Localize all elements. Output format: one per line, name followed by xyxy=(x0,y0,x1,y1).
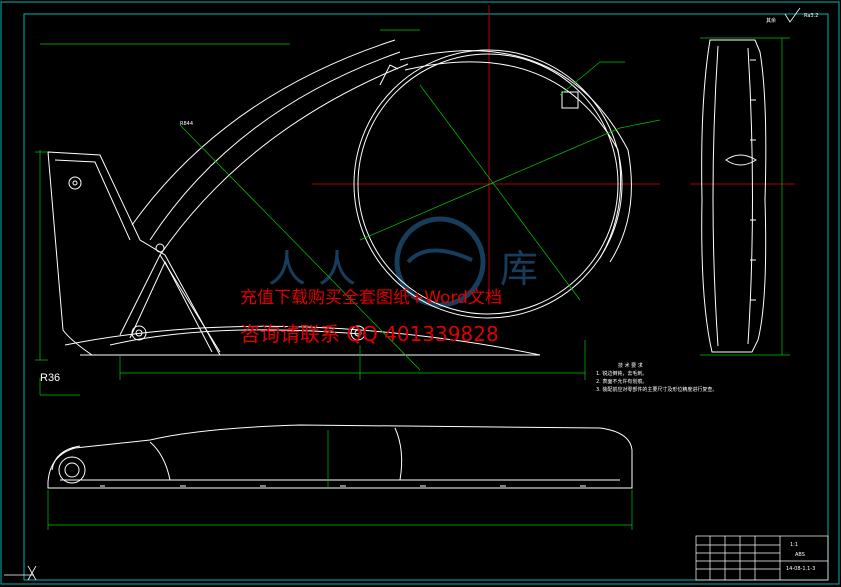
centerlines xyxy=(312,5,795,300)
tech-note-item: 2. 表面不允许有划痕。 xyxy=(596,379,648,385)
technical-requirements: 技 术 要 求 1. 锐边倒钝，去毛刺。 2. 表面不允许有划痕。 3. 装配前… xyxy=(596,362,717,394)
roughness-value: Ra3.2 xyxy=(804,13,818,19)
radius-label-r36: R36 xyxy=(40,372,61,384)
roughness-label: 其余 xyxy=(766,17,776,24)
watermark-line-2: 咨询请联系 QQ 401339828 xyxy=(240,322,499,346)
bottom-view xyxy=(47,424,633,489)
ucs-axis-icon xyxy=(4,565,37,581)
title-scale: 1:1 xyxy=(790,542,798,548)
svg-text:库: 库 xyxy=(500,247,538,291)
watermark-line-1: 充值下载购买全套图纸+Word文档 xyxy=(240,288,502,308)
side-view xyxy=(701,39,767,353)
tech-note-item: 3. 装配前应对零部件的主要尺寸及形位精度进行复查。 xyxy=(596,387,718,393)
radius-label-r844: R844 xyxy=(180,121,193,127)
title-material: ABS xyxy=(795,552,805,558)
roughness-symbol: 其余 Ra3.2 xyxy=(766,7,818,24)
tech-notes-title: 技 术 要 求 xyxy=(618,363,643,369)
tech-note-item: 1. 锐边倒钝，去毛刺。 xyxy=(596,371,648,377)
title-drawing-no: 14-08-1.1-3 xyxy=(786,566,815,572)
title-block xyxy=(695,535,829,581)
